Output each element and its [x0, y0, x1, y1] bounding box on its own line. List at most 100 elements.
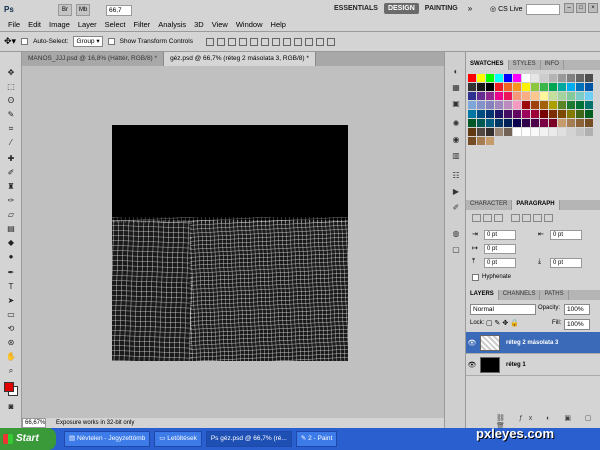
- color-swatch[interactable]: [585, 92, 593, 100]
- align-center-text-icon[interactable]: [483, 214, 492, 222]
- hand-tool-icon[interactable]: ✋: [5, 352, 17, 362]
- 3d-rotate-tool-icon[interactable]: ⟲: [5, 324, 17, 334]
- history-brush-tool-icon[interactable]: ✑: [5, 196, 17, 206]
- color-swatch[interactable]: [513, 101, 521, 109]
- eyedropper-tool-icon[interactable]: ⁄: [5, 138, 17, 148]
- layer-row[interactable]: 👁 réteg 1: [466, 354, 600, 376]
- distribute-left-icon[interactable]: [304, 37, 313, 46]
- swatches-panel-icon[interactable]: ▦: [450, 82, 462, 93]
- color-swatch[interactable]: [477, 110, 485, 118]
- blur-tool-icon[interactable]: ◆: [5, 238, 17, 248]
- marquee-tool-icon[interactable]: ⬚: [5, 82, 17, 92]
- actions-panel-icon[interactable]: ▶: [450, 186, 462, 197]
- color-swatch[interactable]: [576, 110, 584, 118]
- color-swatch[interactable]: [495, 74, 503, 82]
- color-swatch[interactable]: [576, 101, 584, 109]
- tab-channels[interactable]: CHANNELS: [499, 290, 541, 300]
- color-swatch[interactable]: [504, 92, 512, 100]
- canvas[interactable]: [112, 125, 348, 361]
- color-swatch[interactable]: [585, 110, 593, 118]
- align-right-icon[interactable]: [260, 37, 269, 46]
- color-swatch[interactable]: [531, 128, 539, 136]
- menu-window[interactable]: Window: [232, 20, 267, 30]
- color-swatch[interactable]: [558, 110, 566, 118]
- clone-source-icon[interactable]: ◍: [450, 228, 462, 239]
- tab-paths[interactable]: PATHS: [540, 290, 569, 300]
- color-swatch[interactable]: [576, 128, 584, 136]
- menu-analysis[interactable]: Analysis: [154, 20, 190, 30]
- masks-panel-icon[interactable]: ◉: [450, 134, 462, 145]
- color-swatch[interactable]: [585, 119, 593, 127]
- tab-layers[interactable]: LAYERS: [466, 290, 499, 300]
- close-icon[interactable]: ×: [588, 3, 598, 13]
- color-swatch[interactable]: [567, 101, 575, 109]
- tab-gez[interactable]: géz.psd @ 66,7% (réteg 2 másolata 3, RGB…: [164, 52, 316, 66]
- color-swatch[interactable]: [540, 83, 548, 91]
- tab-styles[interactable]: STYLES: [509, 60, 541, 70]
- start-button[interactable]: Start: [0, 428, 56, 450]
- color-swatch[interactable]: [513, 83, 521, 91]
- blend-mode-dropdown[interactable]: Normal: [470, 304, 536, 315]
- eye-icon[interactable]: 👁: [466, 339, 478, 347]
- show-transform-checkbox[interactable]: [107, 38, 115, 45]
- color-swatch[interactable]: [567, 92, 575, 100]
- color-swatch[interactable]: [549, 101, 557, 109]
- color-swatch[interactable]: [468, 83, 476, 91]
- task-photoshop[interactable]: Ps géz.psd @ 66,7% (ré...: [205, 431, 292, 447]
- tool-presets-icon[interactable]: ✐: [450, 202, 462, 213]
- color-swatch[interactable]: [567, 119, 575, 127]
- layer-row[interactable]: 👁 réteg 2 másolata 3: [466, 332, 600, 354]
- menu-select[interactable]: Select: [101, 20, 130, 30]
- align-bottom-icon[interactable]: [227, 37, 236, 46]
- color-swatch[interactable]: [522, 83, 530, 91]
- tab-swatches[interactable]: SWATCHES: [466, 60, 509, 70]
- distribute-hcenter-icon[interactable]: [315, 37, 324, 46]
- search-input[interactable]: [526, 4, 560, 15]
- lock-buttons-icon[interactable]: ▢ ✎ ✥ 🔒: [486, 319, 519, 327]
- color-swatch[interactable]: [486, 128, 494, 136]
- color-swatch[interactable]: [495, 101, 503, 109]
- color-swatch[interactable]: [558, 101, 566, 109]
- tab-paragraph[interactable]: PARAGRAPH: [512, 200, 560, 210]
- color-swatch[interactable]: [549, 92, 557, 100]
- 3d-orbit-tool-icon[interactable]: ⊛: [5, 338, 17, 348]
- color-swatch[interactable]: [549, 128, 557, 136]
- menu-3d[interactable]: 3D: [190, 20, 208, 30]
- align-vcenter-icon[interactable]: [216, 37, 225, 46]
- color-swatch[interactable]: [477, 92, 485, 100]
- align-top-icon[interactable]: [205, 37, 214, 46]
- color-swatch[interactable]: [504, 74, 512, 82]
- color-swatch[interactable]: [468, 110, 476, 118]
- indent-first-line-field[interactable]: 0 pt: [484, 244, 516, 254]
- bridge-icon[interactable]: Br: [58, 4, 72, 16]
- menu-help[interactable]: Help: [267, 20, 290, 30]
- color-swatch[interactable]: [468, 92, 476, 100]
- color-swatch[interactable]: [477, 83, 485, 91]
- color-swatch[interactable]: [540, 101, 548, 109]
- color-swatch[interactable]: [558, 119, 566, 127]
- hyphenate-checkbox[interactable]: [472, 274, 479, 281]
- color-swatch[interactable]: [495, 119, 503, 127]
- task-paint[interactable]: ✎ 2 - Paint: [295, 431, 338, 447]
- justify-last-right-icon[interactable]: [533, 214, 542, 222]
- color-swatch[interactable]: [477, 74, 485, 82]
- quick-select-tool-icon[interactable]: ✎: [5, 110, 17, 120]
- color-swatch[interactable]: [585, 83, 593, 91]
- tab-manos[interactable]: MANOS_JJJ.psd @ 16,8% (Háttér, RGB/8) *: [22, 52, 165, 66]
- eraser-tool-icon[interactable]: ▱: [5, 210, 17, 220]
- color-swatch[interactable]: [522, 101, 530, 109]
- color-swatch[interactable]: [540, 119, 548, 127]
- color-swatch[interactable]: [486, 74, 494, 82]
- color-swatch[interactable]: [567, 83, 575, 91]
- distribute-top-icon[interactable]: [271, 37, 280, 46]
- align-left-text-icon[interactable]: [472, 214, 481, 222]
- color-swatch[interactable]: [513, 119, 521, 127]
- color-swatch[interactable]: [531, 110, 539, 118]
- clone-stamp-tool-icon[interactable]: ♜: [5, 182, 17, 192]
- space-after-field[interactable]: 0 pt: [550, 258, 582, 268]
- color-swatch[interactable]: [531, 101, 539, 109]
- color-swatch[interactable]: [540, 110, 548, 118]
- color-swatch[interactable]: [558, 92, 566, 100]
- tab-info[interactable]: INFO: [541, 60, 564, 70]
- maximize-icon[interactable]: □: [576, 3, 586, 13]
